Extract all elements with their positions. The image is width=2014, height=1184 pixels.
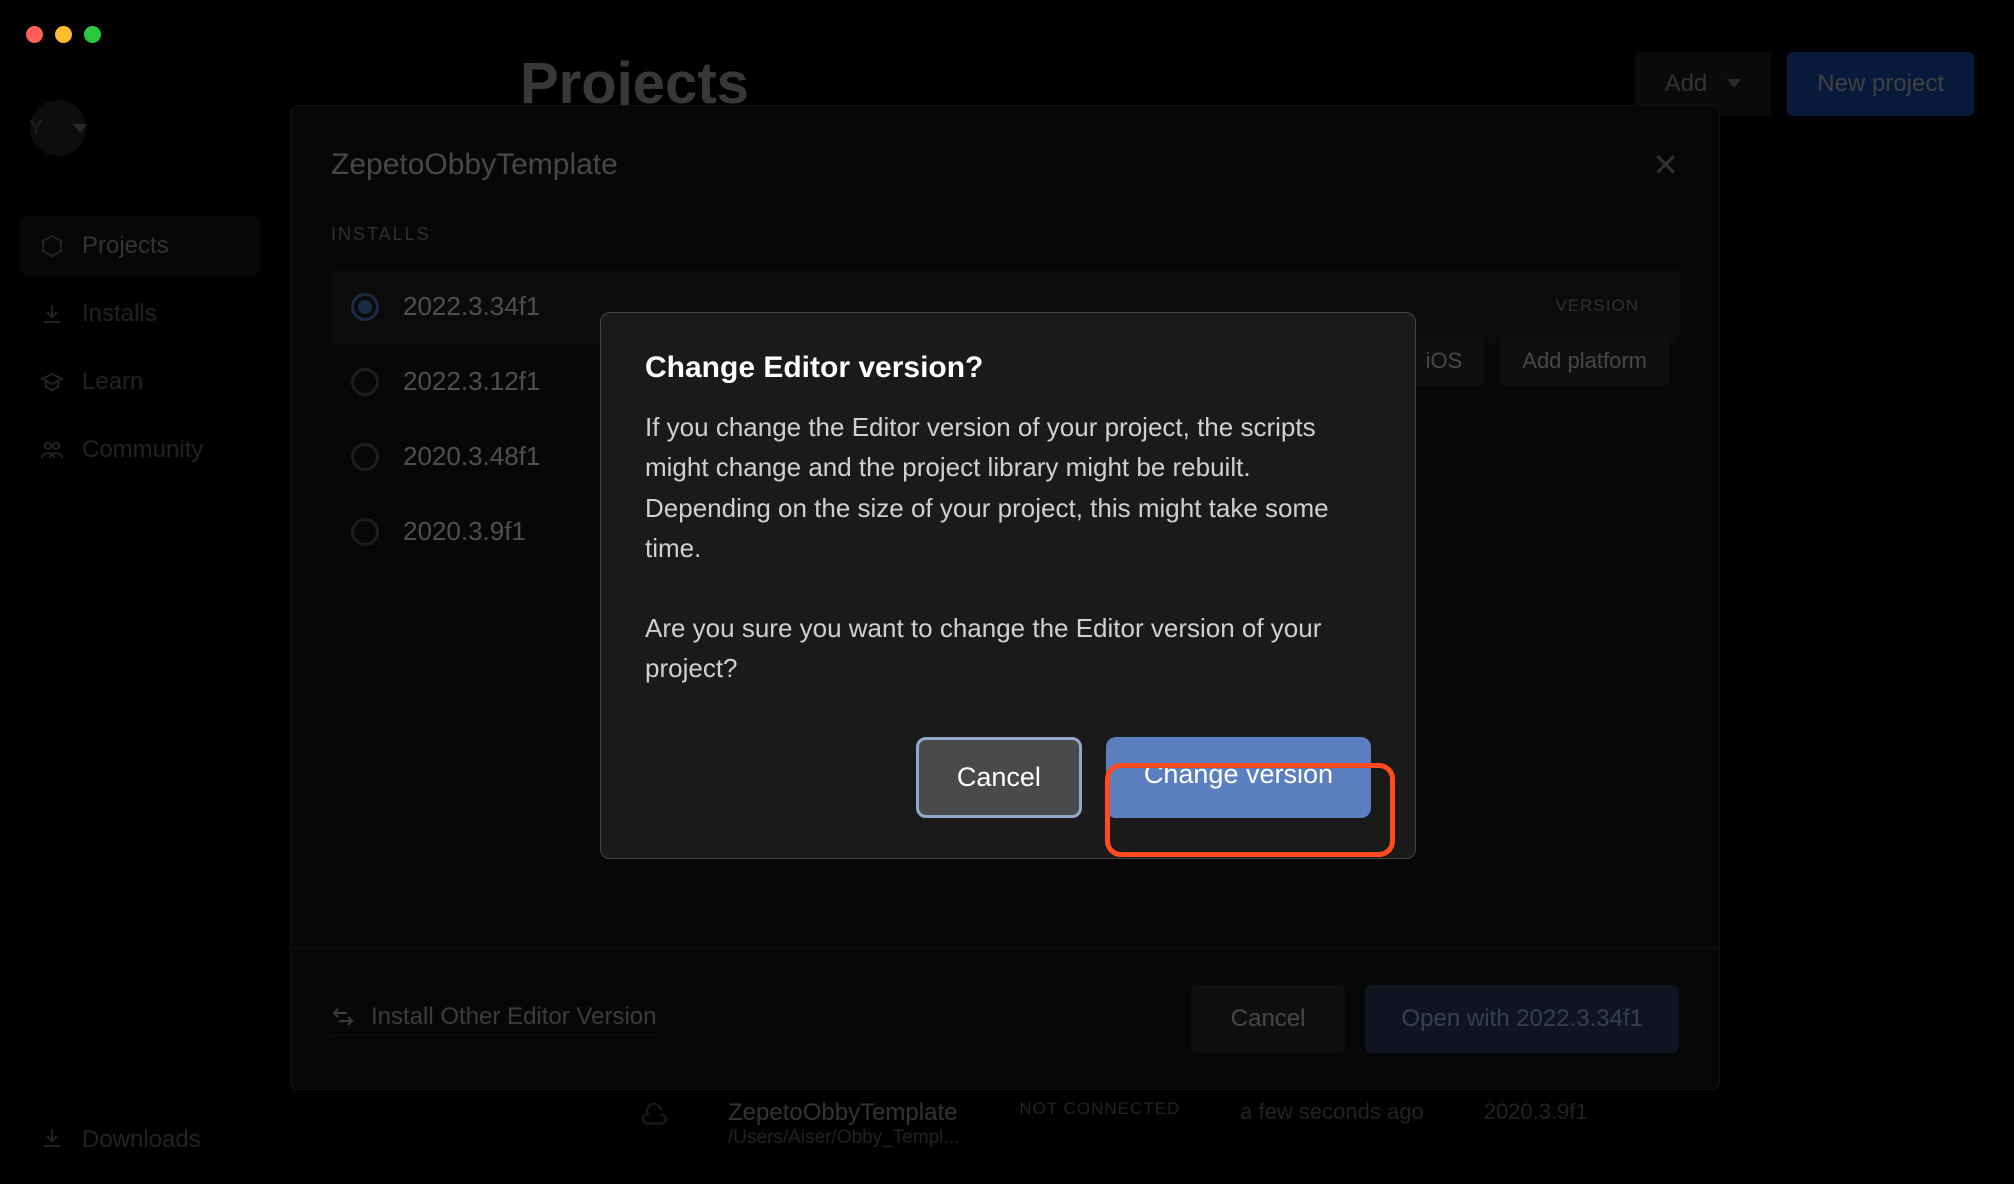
downloads-label: Downloads [82, 1126, 201, 1154]
close-window-icon[interactable] [26, 26, 43, 43]
new-project-button[interactable]: New project [1787, 52, 1974, 116]
download-icon [40, 1126, 64, 1150]
modal-title: ZepetoObbyTemplate [331, 148, 618, 182]
sidebar-item-label: Community [82, 436, 203, 464]
project-status: NOT CONNECTED [1019, 1099, 1180, 1149]
dialog-title: Change Editor version? [645, 351, 1371, 385]
graduation-icon [40, 370, 64, 394]
install-version: 2020.3.9f1 [403, 516, 526, 547]
install-other-link[interactable]: Install Other Editor Version [331, 1003, 656, 1036]
install-other-label: Install Other Editor Version [371, 1003, 656, 1031]
sidebar-item-label: Projects [82, 232, 169, 260]
chevron-down-icon [1727, 79, 1741, 88]
project-modified: a few seconds ago [1240, 1099, 1423, 1149]
swap-icon [331, 1005, 355, 1029]
project-path: /Users/Aiser/Obby_Templ... [728, 1127, 959, 1149]
add-platform-button[interactable]: Add platform [1500, 336, 1669, 386]
radio-icon[interactable] [351, 443, 379, 471]
radio-icon[interactable] [351, 368, 379, 396]
window-controls [26, 26, 101, 43]
add-label: Add [1665, 70, 1708, 98]
sidebar-item-downloads[interactable]: Downloads [40, 1126, 201, 1154]
confirm-dialog: Change Editor version? If you change the… [600, 312, 1416, 859]
chevron-down-icon [73, 124, 87, 133]
sidebar-item-projects[interactable]: Projects [20, 216, 260, 276]
project-row: ZepetoObbyTemplate /Users/Aiser/Obby_Tem… [640, 1099, 1588, 1149]
maximize-window-icon[interactable] [84, 26, 101, 43]
dialog-cancel-button[interactable]: Cancel [916, 737, 1082, 818]
cancel-button[interactable]: Cancel [1191, 985, 1346, 1053]
dialog-body-1: If you change the Editor version of your… [645, 407, 1371, 568]
avatar[interactable]: Y [30, 100, 86, 156]
cube-icon [40, 234, 64, 258]
sidebar: Y Projects Installs Learn Community [0, 60, 280, 528]
people-icon [40, 438, 64, 462]
cloud-icon [640, 1099, 668, 1127]
install-version: 2022.3.34f1 [403, 291, 540, 322]
sidebar-item-learn[interactable]: Learn [20, 352, 260, 412]
project-version: 2020.3.9f1 [1484, 1099, 1588, 1149]
dialog-body-2: Are you sure you want to change the Edit… [645, 608, 1371, 689]
minimize-window-icon[interactable] [55, 26, 72, 43]
installs-section-label: INSTALLS [331, 224, 1679, 245]
install-version: 2022.3.12f1 [403, 366, 540, 397]
avatar-initial: Y [29, 117, 42, 140]
sidebar-item-installs[interactable]: Installs [20, 284, 260, 344]
radio-icon[interactable] [351, 518, 379, 546]
column-header-version: VERSION [1555, 296, 1639, 316]
close-icon[interactable]: ✕ [1652, 146, 1679, 184]
download-icon [40, 302, 64, 326]
sidebar-item-label: Learn [82, 368, 143, 396]
sidebar-item-community[interactable]: Community [20, 420, 260, 480]
install-version: 2020.3.48f1 [403, 441, 540, 472]
dialog-confirm-button[interactable]: Change version [1106, 737, 1371, 818]
open-with-button[interactable]: Open with 2022.3.34f1 [1365, 985, 1679, 1053]
radio-icon[interactable] [351, 293, 379, 321]
project-name: ZepetoObbyTemplate [728, 1099, 959, 1127]
sidebar-item-label: Installs [82, 300, 157, 328]
